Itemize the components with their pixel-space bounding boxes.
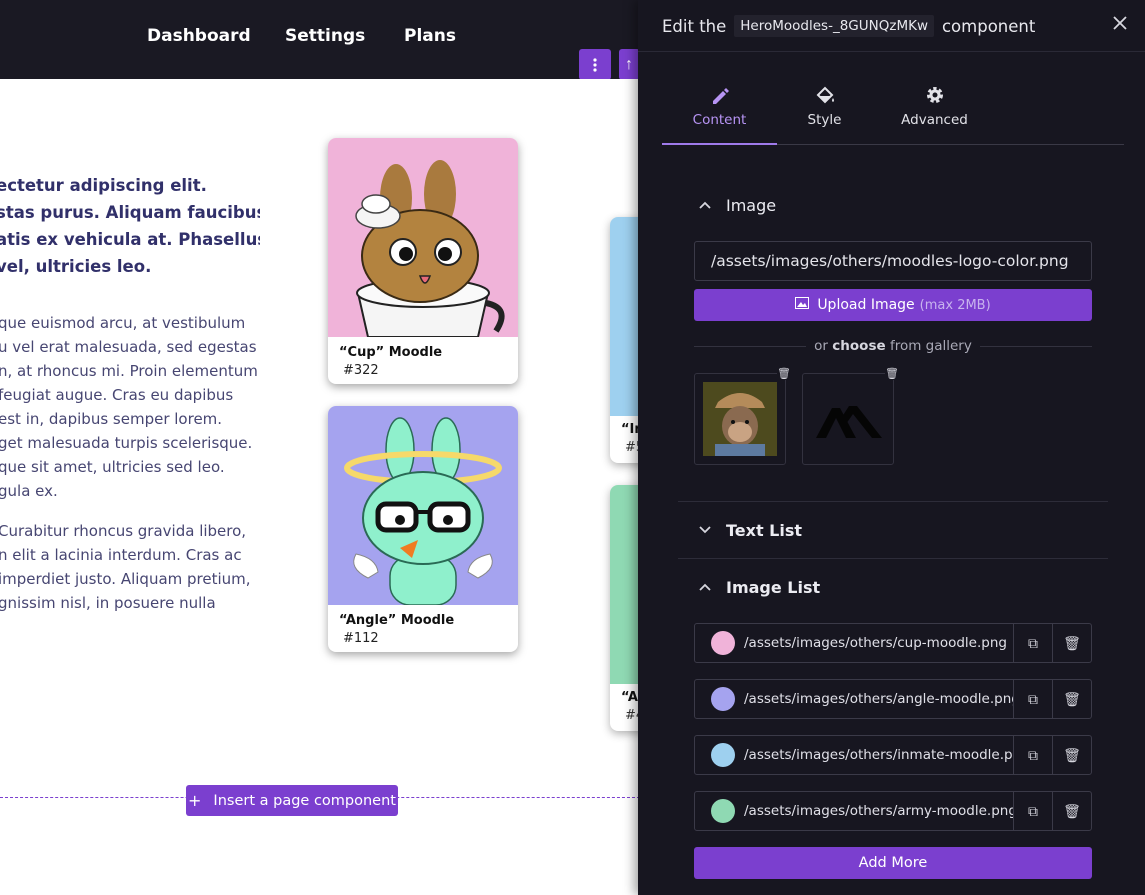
card-name: “A xyxy=(621,690,638,705)
duplicate-button[interactable]: ⧉ xyxy=(1013,792,1052,830)
image-path-input[interactable] xyxy=(694,241,1092,281)
image-list-path: /assets/images/others/inmate-moodle.png xyxy=(744,747,1013,763)
gallery-thumbnail[interactable]: 🗑 xyxy=(694,367,791,465)
nav-link-dashboard[interactable]: Dashboard xyxy=(147,26,251,46)
tab-content[interactable]: Content xyxy=(662,84,777,145)
chevron-down-icon xyxy=(696,523,714,538)
trash-icon: 🗑 xyxy=(1063,634,1081,651)
trash-icon[interactable]: 🗑 xyxy=(885,367,899,380)
card-name: “Cup” Moodle xyxy=(339,345,443,360)
trash-icon: 🗑 xyxy=(1063,690,1081,707)
monkey-avatar-image xyxy=(703,382,777,456)
editor-tabs: Content Style Advanced xyxy=(662,84,1124,145)
panel-header: Edit the HeroMoodles-_8GUNQzMKw componen… xyxy=(638,0,1145,52)
duplicate-icon: ⧉ xyxy=(1028,746,1038,763)
section-divider xyxy=(678,501,1108,502)
paint-bucket-icon xyxy=(777,84,872,110)
gallery-divider: or choose from gallery xyxy=(694,338,1093,354)
close-panel-button[interactable] xyxy=(1113,13,1127,36)
tab-advanced[interactable]: Advanced xyxy=(882,84,987,145)
card-number: #4 xyxy=(625,708,640,723)
duplicate-icon: ⧉ xyxy=(1028,802,1038,819)
card-number: #5 xyxy=(625,440,640,455)
text-list-section-toggle[interactable]: Text List xyxy=(696,521,802,540)
image-list-item[interactable]: /assets/images/others/army-moodle.png ⧉ … xyxy=(694,791,1092,831)
delete-button[interactable]: 🗑 xyxy=(1052,624,1091,662)
card-name: “Angle” Moodle xyxy=(339,613,455,628)
delete-button[interactable]: 🗑 xyxy=(1052,792,1091,830)
component-editor-panel: Edit the HeroMoodles-_8GUNQzMKw componen… xyxy=(638,0,1145,895)
image-icon xyxy=(795,297,810,313)
moodle-avatar xyxy=(711,631,735,655)
hero-paragraph-2: Curabitur rhoncus gravida libero, n elit… xyxy=(0,522,251,612)
image-list-item[interactable]: /assets/images/others/inmate-moodle.png … xyxy=(694,735,1092,775)
duplicate-button[interactable]: ⧉ xyxy=(1013,624,1052,662)
gallery-thumbnail[interactable]: 🗑 xyxy=(802,367,899,465)
plus-icon: + xyxy=(188,791,202,810)
hero-lead-text: ectetur adipiscing elit. stas purus. Ali… xyxy=(0,176,260,276)
duplicate-icon: ⧉ xyxy=(1028,634,1038,651)
trash-icon[interactable]: 🗑 xyxy=(777,367,791,380)
image-list-path: /assets/images/others/cup-moodle.png xyxy=(744,635,1007,651)
angle-moodle-image xyxy=(328,406,518,605)
kebab-menu-icon xyxy=(593,57,597,72)
moodle-avatar xyxy=(711,687,735,711)
duplicate-icon: ⧉ xyxy=(1028,690,1038,707)
duplicate-button[interactable]: ⧉ xyxy=(1013,736,1052,774)
image-list-section-toggle[interactable]: Image List xyxy=(696,578,820,597)
card-name: “In xyxy=(621,422,640,437)
chevron-up-icon xyxy=(696,198,714,213)
moodle-card: “Cup” Moodle #322 xyxy=(328,138,518,384)
page-preview: ectetur adipiscing elit. stas purus. Ali… xyxy=(0,79,640,895)
arrow-up-icon: ↑ xyxy=(625,55,633,73)
inmate-moodle-image xyxy=(610,217,640,416)
insert-component-button[interactable]: + Insert a page component xyxy=(186,785,398,816)
chevron-up-icon xyxy=(696,580,714,595)
component-id-chip: HeroMoodles-_8GUNQzMKw xyxy=(734,15,934,37)
moodle-card: “Angle” Moodle #112 xyxy=(328,406,518,652)
delete-button[interactable]: 🗑 xyxy=(1052,736,1091,774)
moodle-card-partial: “A #4 xyxy=(610,485,640,731)
close-icon xyxy=(1113,16,1127,30)
card-number: #322 xyxy=(343,363,379,378)
trash-icon: 🗑 xyxy=(1063,746,1081,763)
image-list-item[interactable]: /assets/images/others/angle-moodle.png ⧉… xyxy=(694,679,1092,719)
hero-paragraph-1: que euismod arcu, at vestibulum u vel er… xyxy=(0,314,258,500)
site-top-nav: Dashboard Settings Plans ↑ xyxy=(0,0,640,80)
upload-image-button[interactable]: Upload Image (max 2MB) xyxy=(694,289,1092,321)
image-list-item[interactable]: /assets/images/others/cup-moodle.png ⧉ 🗑 xyxy=(694,623,1092,663)
image-list-path: /assets/images/others/army-moodle.png xyxy=(744,803,1013,819)
delete-button[interactable]: 🗑 xyxy=(1052,680,1091,718)
section-divider xyxy=(678,558,1108,559)
add-more-button[interactable]: Add More xyxy=(694,847,1092,879)
pencil-icon xyxy=(662,84,777,110)
cup-moodle-image xyxy=(328,138,518,337)
move-up-button[interactable]: ↑ xyxy=(619,49,640,80)
moodles-logo-image xyxy=(816,406,882,438)
component-menu-button[interactable] xyxy=(579,49,611,80)
moodle-card-partial: “In #5 xyxy=(610,217,640,463)
image-list-path: /assets/images/others/angle-moodle.png xyxy=(744,691,1013,707)
duplicate-button[interactable]: ⧉ xyxy=(1013,680,1052,718)
moodle-avatar xyxy=(711,743,735,767)
card-number: #112 xyxy=(343,631,379,646)
nav-link-settings[interactable]: Settings xyxy=(285,26,365,46)
nav-link-plans[interactable]: Plans xyxy=(404,26,456,46)
army-moodle-image xyxy=(610,485,640,684)
gear-icon xyxy=(882,84,987,110)
tab-style[interactable]: Style xyxy=(777,84,872,145)
image-section-toggle[interactable]: Image xyxy=(696,196,776,215)
panel-title: Edit the HeroMoodles-_8GUNQzMKw componen… xyxy=(662,15,1036,37)
moodle-avatar xyxy=(711,799,735,823)
trash-icon: 🗑 xyxy=(1063,802,1081,819)
